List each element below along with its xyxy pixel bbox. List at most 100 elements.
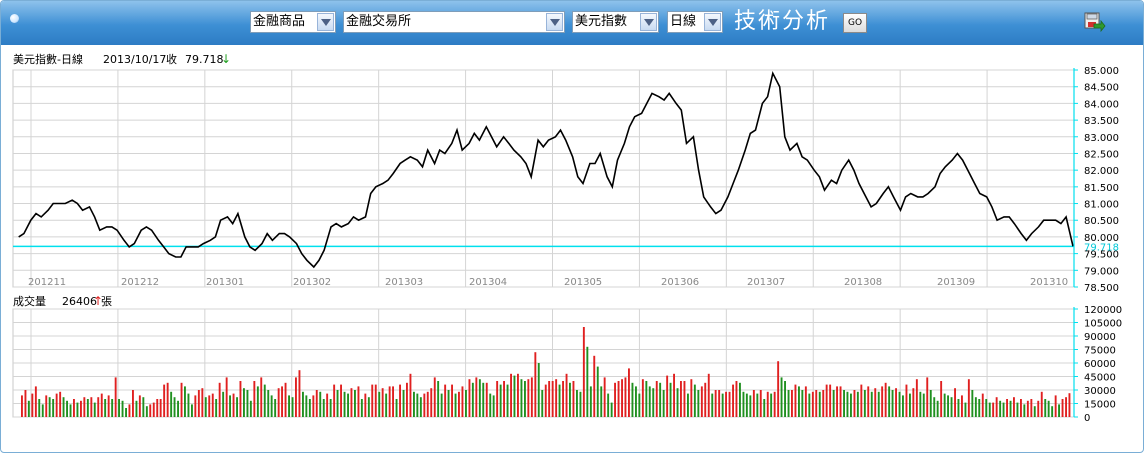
volume-bar xyxy=(364,393,367,417)
volume-bar xyxy=(541,390,544,417)
volume-bar xyxy=(62,397,65,417)
volume-bar xyxy=(652,388,655,417)
volume-bar xyxy=(836,386,838,417)
go-button[interactable]: GO xyxy=(843,13,867,33)
volume-bar xyxy=(104,399,107,417)
instrument-select[interactable]: 美元指數 xyxy=(572,11,659,33)
volume-legend-name: 成交量 xyxy=(13,294,46,308)
volume-bar xyxy=(777,361,780,417)
volume-y-tick-label: 120000 xyxy=(1084,305,1122,316)
volume-bar xyxy=(229,395,231,417)
volume-bar xyxy=(596,366,599,417)
volume-bar xyxy=(295,377,297,417)
volume-bar xyxy=(617,381,620,417)
volume-bar xyxy=(825,384,828,417)
price-y-tick-label: 84.500 xyxy=(1084,83,1119,94)
price-x-tick-label: 201309 xyxy=(937,277,975,288)
volume-bar xyxy=(735,381,738,417)
volume-bar xyxy=(340,384,342,417)
volume-bar xyxy=(1068,393,1071,417)
volume-bar xyxy=(86,399,89,417)
volume-bar xyxy=(260,377,263,417)
volume-y-tick-label: 90000 xyxy=(1084,332,1116,343)
volume-bar xyxy=(756,393,759,417)
volume-bar xyxy=(152,402,155,417)
volume-bar xyxy=(208,395,211,417)
volume-bar xyxy=(350,388,353,417)
volume-bar xyxy=(687,393,689,417)
volume-bar xyxy=(201,388,204,417)
volume-bar xyxy=(912,388,915,417)
volume-bar xyxy=(156,399,159,417)
volume-bar xyxy=(589,386,592,417)
volume-bar xyxy=(125,408,127,417)
volume-bar xyxy=(974,397,977,417)
volume-bar xyxy=(430,388,433,417)
volume-bar xyxy=(780,377,783,417)
volume-bar xyxy=(950,397,953,417)
volume-y-tick-label: 15000 xyxy=(1084,400,1116,411)
volume-bar xyxy=(232,393,235,417)
price-x-tick-label: 201305 xyxy=(564,277,602,288)
volume-bar xyxy=(218,382,221,417)
chevron-down-icon[interactable] xyxy=(704,13,721,31)
chevron-down-icon[interactable] xyxy=(640,13,657,31)
volume-bar xyxy=(24,390,27,417)
volume-bar xyxy=(1020,399,1022,417)
volume-bar xyxy=(73,399,75,417)
volume-bar xyxy=(732,384,734,417)
volume-legend: 成交量 26406 ↑ 張 xyxy=(13,294,112,308)
volume-bar xyxy=(763,399,766,417)
price-legend: 美元指數-日線 2013/10/17 收 79.718 ↓ xyxy=(13,52,231,66)
volume-bar xyxy=(551,381,554,417)
volume-bar xyxy=(603,377,606,417)
volume-bar xyxy=(149,404,152,417)
volume-bar xyxy=(898,391,901,417)
price-x-tick-label: 201306 xyxy=(661,277,699,288)
volume-bar xyxy=(586,346,589,417)
period-select-value: 日線 xyxy=(670,14,697,29)
volume-bar xyxy=(641,379,644,417)
volume-bar xyxy=(263,384,266,417)
volume-bar xyxy=(808,393,811,417)
category-select[interactable]: 金融商品 xyxy=(250,11,336,33)
volume-bar xyxy=(100,393,103,417)
volume-bar xyxy=(395,399,398,417)
volume-bar xyxy=(860,384,863,417)
volume-bar xyxy=(895,388,897,417)
volume-bar xyxy=(832,390,835,417)
volume-bar xyxy=(482,382,485,417)
volume-bar xyxy=(964,402,967,417)
volume-bar xyxy=(728,391,731,417)
volume-bar xyxy=(1054,395,1057,417)
save-export-icon[interactable] xyxy=(1084,12,1106,34)
volume-bar xyxy=(579,391,582,417)
volume-bar xyxy=(1051,406,1054,417)
chevron-down-icon[interactable] xyxy=(546,13,563,31)
volume-bar xyxy=(409,373,412,417)
volume-bar xyxy=(992,402,995,417)
period-select[interactable]: 日線 xyxy=(667,11,723,33)
volume-bar xyxy=(721,393,724,417)
chart-window: 金融商品 金融交易所 美元指數 日線 技術分析 GO 美元指數-日線 2013/… xyxy=(0,0,1144,453)
volume-bar xyxy=(995,397,998,417)
volume-bar xyxy=(572,381,575,417)
volume-bar xyxy=(326,393,329,417)
volume-bar xyxy=(333,384,336,417)
volume-bar xyxy=(877,391,880,417)
exchange-select[interactable]: 金融交易所 xyxy=(343,11,565,33)
volume-bar xyxy=(284,382,287,417)
volume-bar xyxy=(83,397,86,417)
volume-bar xyxy=(631,382,634,417)
instrument-select-value: 美元指數 xyxy=(575,14,628,29)
volume-bar xyxy=(465,390,467,417)
price-x-tick-label: 201308 xyxy=(844,277,882,288)
volume-bar xyxy=(222,391,225,417)
volume-bar xyxy=(121,400,124,417)
volume-bar xyxy=(132,390,134,417)
chevron-down-icon[interactable] xyxy=(317,13,334,31)
volume-bar xyxy=(621,379,623,417)
volume-bar xyxy=(863,390,866,417)
volume-bar xyxy=(159,399,162,417)
volume-bar xyxy=(270,395,273,417)
